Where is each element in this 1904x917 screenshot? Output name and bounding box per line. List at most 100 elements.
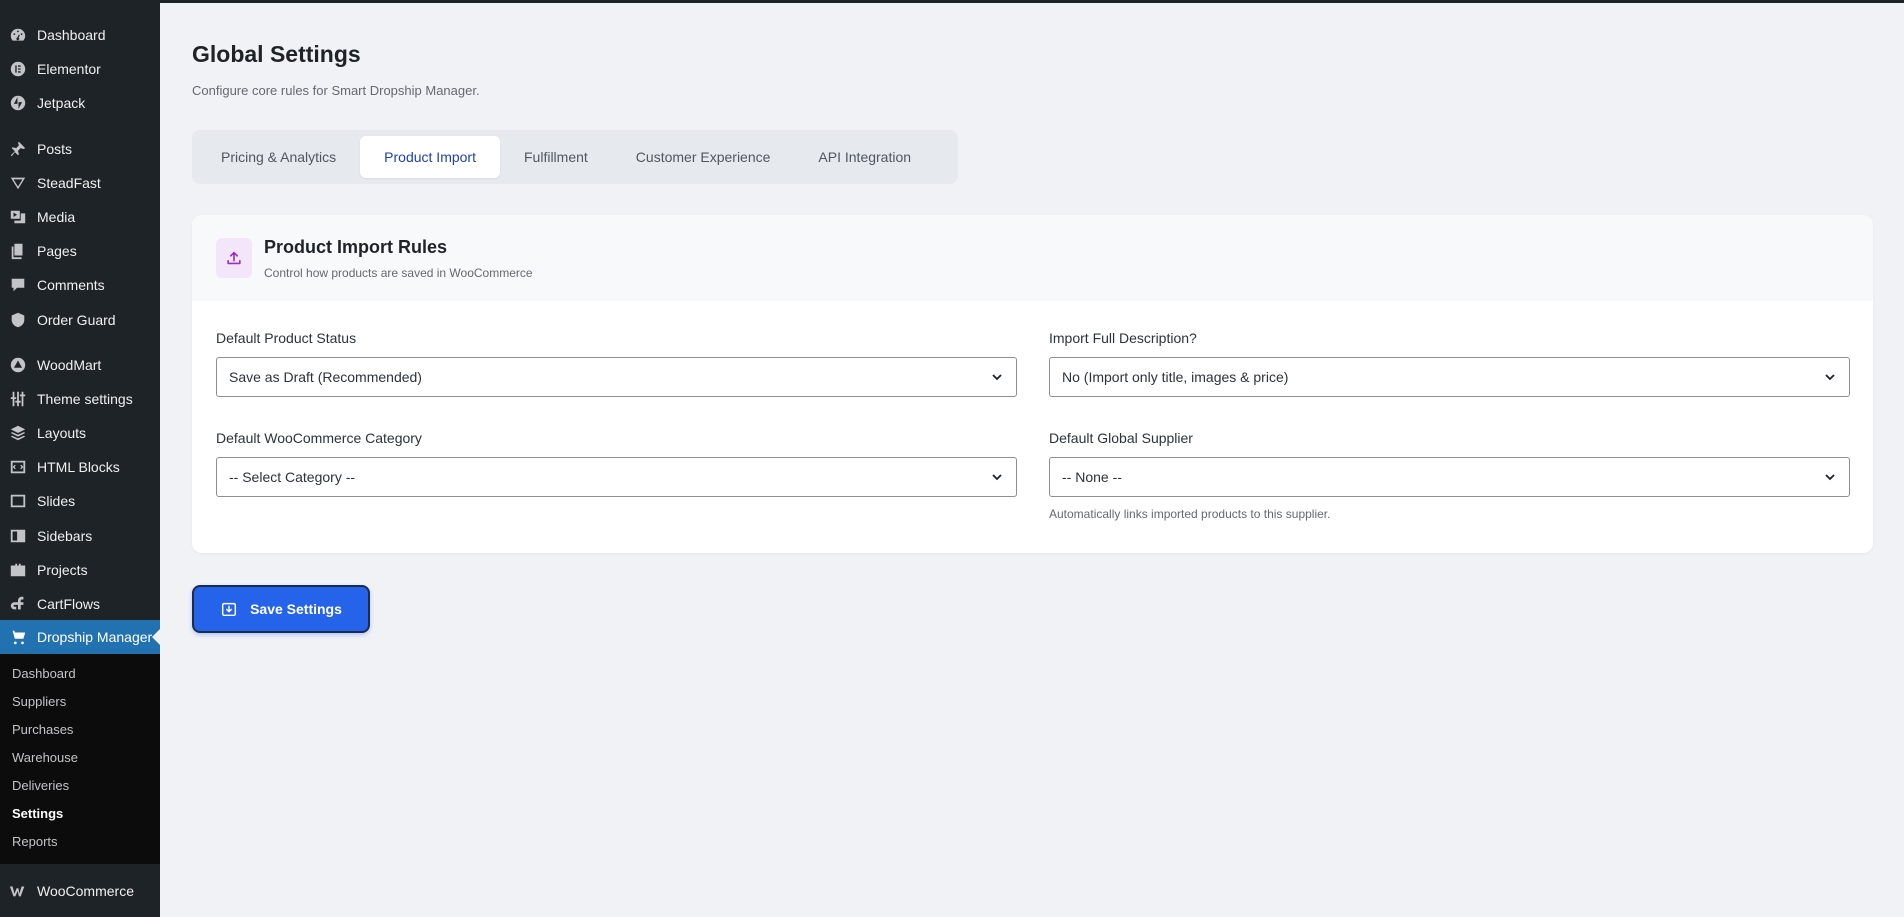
product-status-select[interactable]: Save as Draft (Recommended) <box>216 357 1017 397</box>
field-full-description: Import Full Description? No (Import only… <box>1049 330 1850 397</box>
sidebar-item-label: Pages <box>37 243 77 259</box>
tab-api-integration[interactable]: API Integration <box>794 136 935 178</box>
sidebar-item-slides[interactable]: Slides <box>0 484 160 518</box>
sidebar-item-elementor[interactable]: Elementor <box>0 52 160 86</box>
field-product-status: Default Product Status Save as Draft (Re… <box>216 330 1017 397</box>
jetpack-icon <box>9 94 27 112</box>
chevron-down-icon <box>1825 474 1835 481</box>
sidebar-item-woocommerce[interactable]: WooCommerce <box>0 874 160 908</box>
submenu-item-dashboard[interactable]: Dashboard <box>0 660 160 688</box>
sidebar-item-comments[interactable]: Comments <box>0 268 160 302</box>
dashboard-icon <box>9 26 27 44</box>
sidebar-item-label: SteadFast <box>37 175 101 191</box>
pin-icon <box>9 140 27 158</box>
supplier-help-text: Automatically links imported products to… <box>1049 507 1331 521</box>
select-value: Save as Draft (Recommended) <box>229 369 422 385</box>
admin-sidebar: Dashboard Elementor Jetpack Posts SteadF… <box>0 3 160 917</box>
page-title: Global Settings <box>192 41 361 67</box>
sidebar-item-cartflows[interactable]: CartFlows <box>0 587 160 621</box>
sliders-icon <box>9 390 27 408</box>
sidebar-item-dropship-manager[interactable]: Dropship Manager <box>0 620 160 654</box>
category-select[interactable]: -- Select Category -- <box>216 457 1017 497</box>
woocommerce-icon <box>9 882 27 900</box>
sidebar-item-jetpack[interactable]: Jetpack <box>0 86 160 120</box>
sidebar-item-label: Elementor <box>37 61 101 77</box>
field-label: Default Product Status <box>216 330 357 346</box>
cartflows-icon <box>9 595 27 613</box>
full-description-select[interactable]: No (Import only title, images & price) <box>1049 357 1850 397</box>
sidebar-item-label: Sidebars <box>37 528 93 544</box>
field-category: Default WooCommerce Category -- Select C… <box>216 430 1017 497</box>
sidebar-item-label: Layouts <box>37 425 87 441</box>
sidebar-item-dashboard[interactable]: Dashboard <box>0 18 160 52</box>
sidebar-item-html-blocks[interactable]: HTML Blocks <box>0 450 160 484</box>
dropship-submenu: Dashboard Suppliers Purchases Warehouse … <box>0 654 160 864</box>
tab-product-import[interactable]: Product Import <box>360 136 500 178</box>
cart-icon <box>9 628 27 646</box>
save-button-label: Save Settings <box>250 601 342 617</box>
sidebar-item-woodmart[interactable]: WoodMart <box>0 348 160 382</box>
steadfast-icon <box>9 174 27 192</box>
sidebar-item-label: WoodMart <box>37 357 102 373</box>
sidebar-item-label: Jetpack <box>37 95 86 111</box>
sidebar-item-label: Theme settings <box>37 391 133 407</box>
sidebar-item-theme-settings[interactable]: Theme settings <box>0 382 160 416</box>
sidebar-item-posts[interactable]: Posts <box>0 132 160 166</box>
tab-pricing-analytics[interactable]: Pricing & Analytics <box>197 136 360 178</box>
field-label: Default WooCommerce Category <box>216 430 422 446</box>
select-value: -- None -- <box>1062 469 1122 485</box>
submenu-item-purchases[interactable]: Purchases <box>0 716 160 744</box>
submenu-item-reports[interactable]: Reports <box>0 828 160 856</box>
slides-icon <box>9 492 27 510</box>
settings-tabs: Pricing & Analytics Product Import Fulfi… <box>192 130 958 184</box>
sidebar-item-label: Media <box>37 209 76 225</box>
page-subtitle: Configure core rules for Smart Dropship … <box>192 83 480 98</box>
select-value: No (Import only title, images & price) <box>1062 369 1289 385</box>
select-value: -- Select Category -- <box>229 469 356 485</box>
sidebar-item-pages[interactable]: Pages <box>0 234 160 268</box>
sidebar-item-label: Dropship Manager <box>37 629 153 645</box>
layers-icon <box>9 424 27 442</box>
sidebar-item-label: Posts <box>37 141 73 157</box>
save-icon <box>222 602 237 617</box>
sidebar-item-label: Dashboard <box>37 27 106 43</box>
submenu-item-suppliers[interactable]: Suppliers <box>0 688 160 716</box>
woodmart-icon <box>9 356 27 374</box>
code-icon <box>9 458 27 476</box>
sidebar-item-label: WooCommerce <box>37 883 134 899</box>
sidebar-item-sidebars[interactable]: Sidebars <box>0 519 160 553</box>
field-label: Default Global Supplier <box>1049 430 1193 446</box>
sidebar-item-layouts[interactable]: Layouts <box>0 416 160 450</box>
card-title: Product Import Rules <box>264 236 448 257</box>
sidebar-item-label: Order Guard <box>37 312 116 328</box>
sidebar-item-media[interactable]: Media <box>0 200 160 234</box>
save-settings-button[interactable]: Save Settings <box>192 585 370 633</box>
tab-fulfillment[interactable]: Fulfillment <box>500 136 612 178</box>
supplier-select[interactable]: -- None -- <box>1049 457 1850 497</box>
chevron-down-icon <box>992 374 1002 381</box>
sidebar-item-steadfast[interactable]: SteadFast <box>0 166 160 200</box>
sidebar-item-label: HTML Blocks <box>37 459 120 475</box>
chevron-down-icon <box>992 474 1002 481</box>
elementor-icon <box>9 60 27 78</box>
submenu-item-deliveries[interactable]: Deliveries <box>0 772 160 800</box>
pages-icon <box>9 242 27 260</box>
briefcase-icon <box>9 561 27 579</box>
card-header: Product Import Rules Control how product… <box>192 215 1873 301</box>
field-label: Import Full Description? <box>1049 330 1197 346</box>
main-content: Global Settings Configure core rules for… <box>160 3 1904 917</box>
submenu-item-settings[interactable]: Settings <box>0 800 160 828</box>
tab-customer-experience[interactable]: Customer Experience <box>612 136 795 178</box>
shield-icon <box>9 311 27 329</box>
sidebar-item-label: Projects <box>37 562 88 578</box>
sidebar-item-label: CartFlows <box>37 596 101 612</box>
product-import-card: Product Import Rules Control how product… <box>192 215 1873 553</box>
upload-icon <box>216 238 252 278</box>
comments-icon <box>9 276 27 294</box>
chevron-down-icon <box>1825 374 1835 381</box>
sidebars-icon <box>9 527 27 545</box>
sidebar-item-order-guard[interactable]: Order Guard <box>0 303 160 337</box>
submenu-item-warehouse[interactable]: Warehouse <box>0 744 160 772</box>
sidebar-item-projects[interactable]: Projects <box>0 553 160 587</box>
media-icon <box>9 208 27 226</box>
